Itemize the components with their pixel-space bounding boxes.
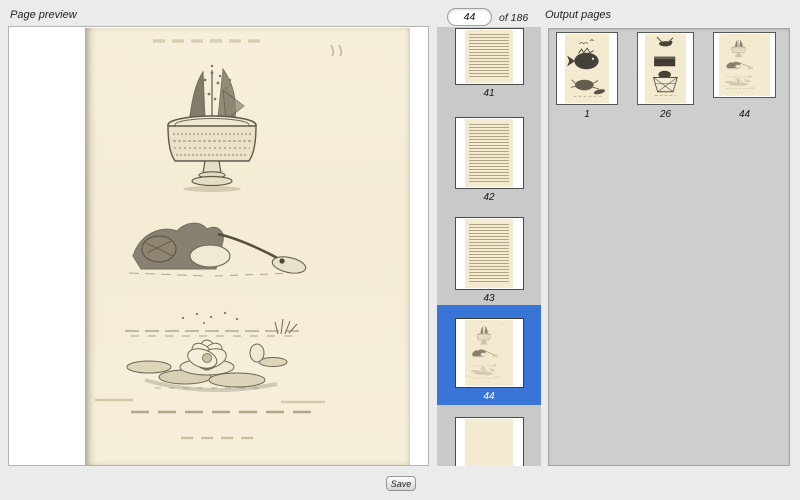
app-window: { "header": { "page_preview_label": "Pag… [0,0,800,500]
thumb-frame [637,32,694,105]
engraving-page-thumbnail [719,34,769,96]
strip-thumb-42[interactable]: 42 [437,117,541,203]
thumb-frame [556,32,618,105]
strip-page-number: 42 [437,192,541,203]
engraving-plate-44-mini [719,34,769,96]
strip-page-number: 41 [437,88,541,99]
engraving-plate-44-mini [465,320,513,386]
text-lines [469,34,510,80]
engraving-page-thumbnail [565,34,609,103]
page-preview-panel [8,26,429,466]
output-pages-panel: 1 26 44 [548,28,790,466]
strip-page-number: 43 [437,293,541,304]
preview-page [85,28,410,465]
thumbnail-strip: 41 42 43 44 [437,27,541,466]
thumb-frame [713,32,776,98]
output-page-number: 26 [637,109,694,120]
output-page-number: 44 [713,109,776,120]
output-thumb-1[interactable]: 1 [556,32,618,124]
text-page-thumbnail [465,30,513,83]
engraving-page-thumbnail [645,34,686,103]
page-total-label: of 186 [499,12,528,24]
strip-thumb-blank[interactable] [437,417,541,466]
output-pages-label: Output pages [545,9,611,21]
blank-page-thumbnail [465,419,513,466]
engraving-plate-1-mini [565,34,609,103]
thumb-frame [455,28,524,85]
thumb-frame [455,117,524,189]
strip-thumb-43[interactable]: 43 [437,217,541,304]
output-thumb-26[interactable]: 26 [637,32,694,124]
thumb-frame [455,318,524,388]
thumb-frame [455,217,524,290]
text-lines [469,124,510,183]
output-thumb-44[interactable]: 44 [713,32,776,124]
engraving-page-thumbnail [465,320,513,386]
engraving-plate-44 [85,28,410,465]
strip-thumb-41[interactable]: 41 [437,28,541,99]
strip-page-number: 44 [437,391,541,402]
strip-thumb-44-selected[interactable]: 44 [437,305,541,405]
thumb-frame [455,417,524,466]
engraving-plate-26-mini [645,34,686,103]
page-number-input[interactable] [447,8,492,26]
output-page-number: 1 [556,109,618,120]
save-button[interactable]: Save [386,476,416,491]
text-page-thumbnail [465,119,513,187]
text-lines [469,224,510,283]
text-page-thumbnail [465,219,513,288]
page-preview-label: Page preview [10,9,77,21]
